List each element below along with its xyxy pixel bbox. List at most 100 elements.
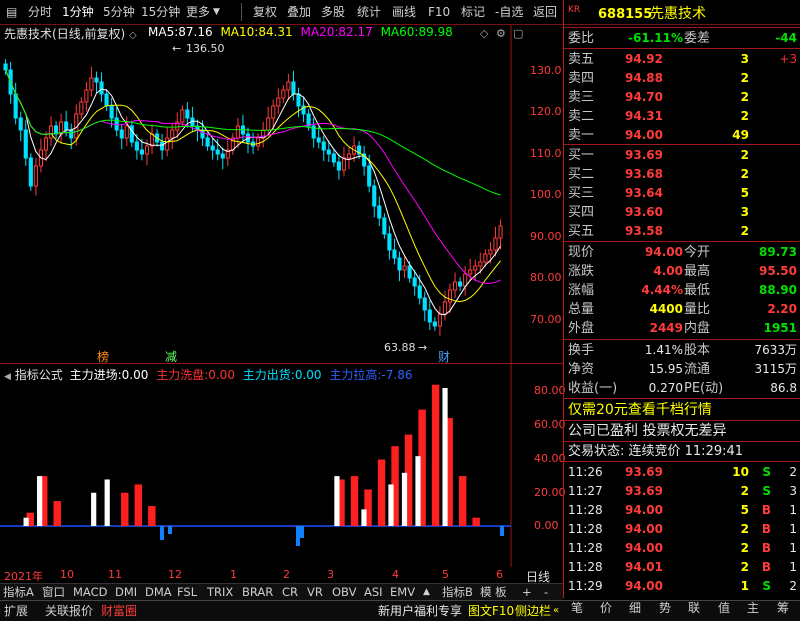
promo-row[interactable]: 仅需20元查看千档行情 bbox=[564, 400, 800, 420]
bid-row[interactable]: 买四 93.60 3 bbox=[564, 203, 800, 222]
kline-chart[interactable]: 先惠技术(日线,前复权) ◇ MA5:87.16 MA10:84.31 MA20… bbox=[0, 24, 563, 364]
bid-row[interactable]: 买三 93.64 5 bbox=[564, 184, 800, 203]
tab-add[interactable]: + bbox=[522, 585, 532, 600]
status-sidebar[interactable]: 侧边栏 bbox=[515, 603, 551, 619]
rtab-zhi[interactable]: 值 bbox=[711, 600, 737, 616]
period-1min[interactable]: 1分钟 bbox=[62, 4, 94, 20]
candle bbox=[225, 140, 230, 166]
tick-price: 94.00 bbox=[625, 503, 663, 517]
tab-dmi[interactable]: DMI bbox=[115, 585, 137, 600]
sidebar-collapse-icon[interactable]: « bbox=[553, 603, 559, 619]
ma5-label: MA5: bbox=[148, 25, 179, 39]
tab-trix[interactable]: TRIX bbox=[207, 585, 233, 600]
kline-svg bbox=[0, 24, 563, 364]
ask-row[interactable]: 卖五 94.92 3 +3 bbox=[564, 50, 800, 69]
status-new-user[interactable]: 新用户福利专享 bbox=[378, 603, 462, 619]
tick-time: 11:28 bbox=[568, 503, 603, 517]
rtab-bi[interactable]: 笔 bbox=[564, 600, 590, 616]
indicator-tabs: 指标A 窗口 MACD DMI DMA FSL TRIX BRAR CR VR … bbox=[0, 583, 563, 601]
period-15min[interactable]: 15分钟 bbox=[141, 4, 180, 20]
rtab-xi[interactable]: 细 bbox=[622, 600, 648, 616]
stock-header: KR 688155 先惠技术 bbox=[564, 4, 800, 24]
tab-cr[interactable]: CR bbox=[282, 585, 298, 600]
ask-price: 94.00 bbox=[625, 128, 663, 142]
tab-dma[interactable]: DMA bbox=[145, 585, 172, 600]
candle bbox=[321, 135, 326, 162]
tool-diejia[interactable]: 叠加 bbox=[287, 4, 311, 20]
stat-label: 量比 bbox=[684, 302, 711, 317]
ask-row[interactable]: 卖二 94.31 2 bbox=[564, 107, 800, 126]
tool-tongji[interactable]: 统计 bbox=[357, 4, 381, 20]
status-wealth-circle[interactable]: 财富圈 bbox=[101, 603, 137, 619]
candle bbox=[48, 116, 54, 146]
rtab-zhu[interactable]: 主 bbox=[740, 600, 766, 616]
expand-icon[interactable]: ▢ bbox=[513, 27, 523, 40]
bid-row[interactable]: 买五 93.58 2 bbox=[564, 222, 800, 241]
candle bbox=[336, 154, 341, 180]
candle bbox=[261, 122, 266, 148]
tab-indicator-b[interactable]: 指标B bbox=[442, 585, 473, 600]
ask-row[interactable]: 卖三 94.70 2 bbox=[564, 88, 800, 107]
period-more[interactable]: 更多 bbox=[186, 4, 210, 20]
tick-volume: 10 bbox=[732, 465, 749, 479]
tool-zixuan[interactable]: -自选 bbox=[495, 4, 523, 20]
tab-fsl[interactable]: FSL bbox=[177, 585, 197, 600]
tool-fuquan[interactable]: 复权 bbox=[253, 4, 277, 20]
status-expand[interactable]: 扩展 bbox=[4, 603, 28, 619]
indicator-chart[interactable]: ◀ 指标公式 主力进场:0.00 主力洗盘:0.00 主力出货:0.00 主力拉… bbox=[0, 364, 566, 567]
bid-row[interactable]: 买二 93.68 2 bbox=[564, 165, 800, 184]
tick-price: 94.00 bbox=[625, 541, 663, 555]
period-fenshi[interactable]: 分时 bbox=[28, 4, 52, 20]
tool-duogu[interactable]: 多股 bbox=[321, 4, 345, 20]
x-axis: 2021年 10 11 12 1 2 3 4 5 6 日线 bbox=[0, 567, 563, 584]
ind-bar-blue bbox=[168, 526, 172, 534]
rtab-chou[interactable]: 筹 bbox=[770, 600, 796, 616]
ask-change: +3 bbox=[779, 52, 797, 66]
ask-row[interactable]: 卖四 94.88 2 bbox=[564, 69, 800, 88]
ma20-value: 82.17 bbox=[338, 25, 373, 39]
promo-text[interactable]: 仅需20元查看千档行情 bbox=[568, 400, 712, 420]
status-f10[interactable]: 图文F10 bbox=[468, 603, 514, 619]
status-related-quote[interactable]: 关联报价 bbox=[45, 603, 93, 619]
tool-f10[interactable]: F10 bbox=[428, 4, 450, 20]
tab-brar[interactable]: BRAR bbox=[242, 585, 273, 600]
indicator-name[interactable]: 指标公式 bbox=[15, 368, 63, 382]
tab-asi[interactable]: ASI bbox=[364, 585, 383, 600]
ma-legend: MA5:87.16 MA10:84.31 MA20:82.17 MA60:89.… bbox=[148, 25, 453, 39]
chevron-down-icon[interactable]: ▼ bbox=[213, 4, 220, 20]
tool-fanhui[interactable]: 返回 bbox=[533, 4, 557, 20]
tab-emv[interactable]: EMV bbox=[390, 585, 415, 600]
tab-dropdown-icon[interactable]: ▲ bbox=[423, 585, 430, 600]
indicator-legend: ◀ 指标公式 主力进场:0.00 主力洗盘:0.00 主力出货:0.00 主力拉… bbox=[4, 366, 412, 383]
tab-remove[interactable]: - bbox=[544, 585, 548, 600]
tab-window[interactable]: 窗口 bbox=[42, 585, 65, 600]
candle bbox=[452, 272, 458, 298]
badge-bang[interactable]: 榜 bbox=[97, 348, 109, 365]
ask-row[interactable]: 卖一 94.00 49 bbox=[564, 126, 800, 145]
indicator-collapse-icon[interactable]: ◀ bbox=[4, 372, 11, 382]
period-5min[interactable]: 5分钟 bbox=[103, 4, 135, 20]
bid-row[interactable]: 买一 93.69 2 bbox=[564, 146, 800, 165]
tab-indicator-a[interactable]: 指标A bbox=[3, 585, 34, 600]
tab-obv[interactable]: OBV bbox=[332, 585, 356, 600]
tab-vr[interactable]: VR bbox=[307, 585, 323, 600]
candle bbox=[392, 238, 397, 265]
tool-huaxian[interactable]: 画线 bbox=[392, 4, 416, 20]
tab-template[interactable]: 模 板 bbox=[480, 585, 507, 600]
tab-macd[interactable]: MACD bbox=[73, 585, 107, 600]
rtab-jia[interactable]: 价 bbox=[593, 600, 619, 616]
candle bbox=[33, 158, 38, 196]
settings-icon[interactable]: ⚙ bbox=[496, 27, 506, 40]
tool-biaoji[interactable]: 标记 bbox=[461, 4, 485, 20]
sidebar-toggle-icon[interactable]: ▤ bbox=[6, 4, 17, 20]
rtab-lian[interactable]: 联 bbox=[681, 600, 707, 616]
stat-value: 94.00 bbox=[645, 245, 683, 259]
badge-jian[interactable]: 减 bbox=[165, 348, 177, 365]
minimize-icon[interactable]: ◇ bbox=[480, 27, 488, 40]
stock-code: 688155 bbox=[598, 7, 653, 22]
tick-time: 11:26 bbox=[568, 465, 603, 479]
rtab-shi[interactable]: 势 bbox=[652, 600, 678, 616]
bid-volume: 5 bbox=[740, 186, 749, 200]
ind-bar-red bbox=[431, 384, 440, 526]
badge-cai[interactable]: 财 bbox=[438, 348, 450, 365]
